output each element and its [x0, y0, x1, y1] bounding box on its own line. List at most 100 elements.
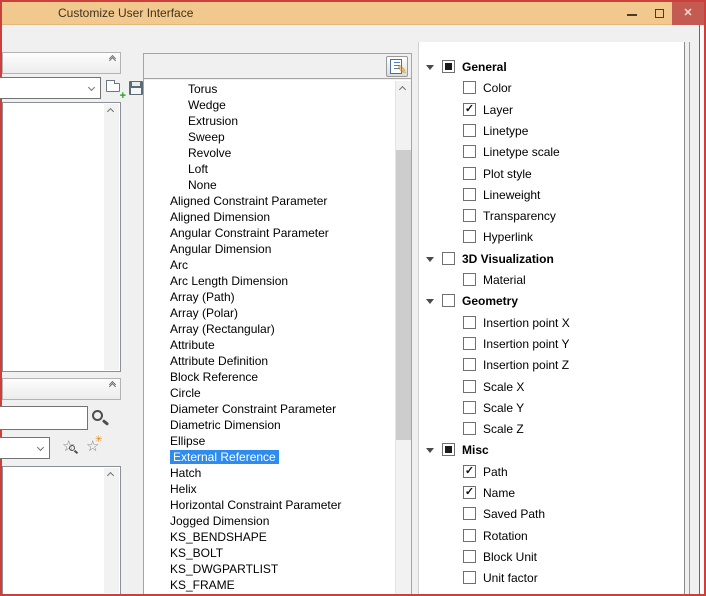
list-item[interactable]: Revolve: [144, 145, 411, 161]
list-item[interactable]: External Reference: [144, 449, 411, 465]
list-item[interactable]: Circle: [144, 385, 411, 401]
list-item[interactable]: Sweep: [144, 129, 411, 145]
tree-row: Geometry: [419, 291, 676, 312]
minimize-button[interactable]: [618, 2, 646, 25]
tree-row: General: [419, 57, 676, 78]
list-item[interactable]: None: [144, 177, 411, 193]
scrollbar[interactable]: [104, 468, 119, 593]
list-item[interactable]: KS_BOLT: [144, 545, 411, 561]
command-list[interactable]: [2, 466, 121, 594]
collapse-pane-icon[interactable]: [108, 380, 117, 391]
list-item[interactable]: Diametric Dimension: [144, 417, 411, 433]
list-item[interactable]: Attribute: [144, 337, 411, 353]
list-item[interactable]: Arc Length Dimension: [144, 273, 411, 289]
list-item[interactable]: Aligned Constraint Parameter: [144, 193, 411, 209]
object-list[interactable]: Torus Wedge Extrusion Sweep Revolve Loft None A…: [144, 81, 411, 594]
expand-arrow-icon[interactable]: [426, 65, 434, 70]
command-category-combobox[interactable]: [0, 437, 50, 459]
tree-label: Lineweight: [483, 187, 541, 202]
checkbox-unchecked[interactable]: [463, 571, 476, 585]
checkbox-unchecked[interactable]: [463, 209, 476, 223]
tree-label: Path: [483, 464, 508, 479]
checkbox-checked[interactable]: ✓: [463, 486, 476, 499]
list-item[interactable]: Extrusion: [144, 113, 411, 129]
customization-file-combobox[interactable]: [0, 77, 101, 99]
list-item[interactable]: Torus: [144, 81, 411, 97]
checkbox-unchecked[interactable]: [463, 507, 476, 521]
checkbox-unchecked[interactable]: [463, 145, 476, 159]
checkbox-mixed[interactable]: [442, 443, 455, 457]
list-item[interactable]: KS_FRAME: [144, 577, 411, 593]
list-item[interactable]: Horizontal Constraint Parameter: [144, 497, 411, 513]
checkbox-unchecked[interactable]: [463, 123, 476, 137]
scrollbar[interactable]: [104, 104, 119, 370]
close-button[interactable]: ✕: [672, 2, 704, 25]
tree-label: Insertion point X: [483, 315, 570, 330]
checkbox-unchecked[interactable]: [463, 379, 476, 393]
checkbox-unchecked[interactable]: [442, 294, 455, 308]
scroll-up-icon[interactable]: [106, 107, 115, 116]
list-item[interactable]: Wedge: [144, 97, 411, 113]
checkbox-checked[interactable]: ✓: [463, 464, 476, 478]
checkbox-unchecked[interactable]: [463, 400, 476, 414]
checkbox-unchecked[interactable]: [463, 230, 476, 244]
tree-row: Hyperlink: [419, 227, 676, 248]
customizations-pane-header[interactable]: [2, 52, 121, 74]
scroll-up-icon[interactable]: [106, 471, 115, 480]
command-list-pane-header[interactable]: [2, 378, 121, 400]
list-item[interactable]: KS_BENDSHAPE: [144, 529, 411, 545]
customizations-tree-list[interactable]: [2, 102, 121, 372]
selected-list-item[interactable]: External Reference: [170, 450, 279, 464]
maximize-button[interactable]: [646, 2, 674, 25]
star-new-icon[interactable]: ☆ ✳: [86, 434, 103, 455]
checkbox-unchecked[interactable]: [463, 187, 476, 201]
scrollbar-thumb[interactable]: [396, 150, 411, 440]
list-item[interactable]: Loft: [144, 161, 411, 177]
list-item[interactable]: KS_DWGPARTLIST: [144, 561, 411, 577]
edit-object-list-button[interactable]: ✎: [386, 56, 408, 77]
list-item[interactable]: Aligned Dimension: [144, 209, 411, 225]
list-item[interactable]: Angular Constraint Parameter: [144, 225, 411, 241]
checkbox-unchecked[interactable]: [463, 336, 476, 350]
list-item[interactable]: Jogged Dimension: [144, 513, 411, 529]
tree-row: Plot style: [419, 164, 676, 185]
tree-label: Scale X: [483, 379, 525, 394]
object-list-container: Torus Wedge Extrusion Sweep Revolve Loft None A…: [144, 80, 411, 594]
expand-arrow-icon[interactable]: [426, 256, 434, 262]
list-item[interactable]: KS_GRID: [144, 593, 411, 594]
search-icon[interactable]: [92, 410, 103, 421]
checkbox-unchecked[interactable]: [463, 358, 476, 372]
list-item[interactable]: Array (Polar): [144, 305, 411, 321]
checkbox-unchecked[interactable]: [463, 81, 476, 95]
scroll-up-icon[interactable]: [398, 85, 407, 94]
checkbox-unchecked[interactable]: [463, 549, 476, 563]
collapse-pane-icon[interactable]: [108, 54, 117, 65]
expand-arrow-icon[interactable]: [426, 299, 434, 305]
list-item[interactable]: Array (Rectangular): [144, 321, 411, 337]
checkbox-unchecked[interactable]: [442, 251, 455, 265]
load-customization-button[interactable]: +: [105, 78, 126, 102]
list-item[interactable]: Hatch: [144, 465, 411, 481]
checkbox-unchecked[interactable]: [463, 315, 476, 329]
scrollbar[interactable]: [395, 81, 411, 594]
object-type-panel: ✎ Torus Wedge Extrusion Sweep Revolve Loft Non…: [143, 53, 412, 594]
list-item[interactable]: Array (Path): [144, 289, 411, 305]
checkbox-unchecked[interactable]: [463, 422, 476, 436]
checkbox-unchecked[interactable]: [463, 528, 476, 542]
star-search-icon[interactable]: ☆: [62, 437, 75, 455]
list-item[interactable]: Helix: [144, 481, 411, 497]
checkbox-mixed[interactable]: [442, 60, 455, 73]
expand-arrow-icon[interactable]: [426, 448, 434, 454]
title-bar[interactable]: Customize User Interface ✕: [2, 2, 704, 25]
list-item[interactable]: Angular Dimension: [144, 241, 411, 257]
checkbox-unchecked[interactable]: [463, 166, 476, 180]
checkbox-unchecked[interactable]: [463, 273, 476, 286]
tree-row: Lineweight: [419, 185, 676, 206]
search-input[interactable]: [0, 406, 88, 430]
checkbox-checked[interactable]: ✓: [463, 102, 476, 116]
list-item[interactable]: Block Reference: [144, 369, 411, 385]
list-item[interactable]: Attribute Definition: [144, 353, 411, 369]
list-item[interactable]: Ellipse: [144, 433, 411, 449]
list-item[interactable]: Arc: [144, 257, 411, 273]
list-item[interactable]: Diameter Constraint Parameter: [144, 401, 411, 417]
